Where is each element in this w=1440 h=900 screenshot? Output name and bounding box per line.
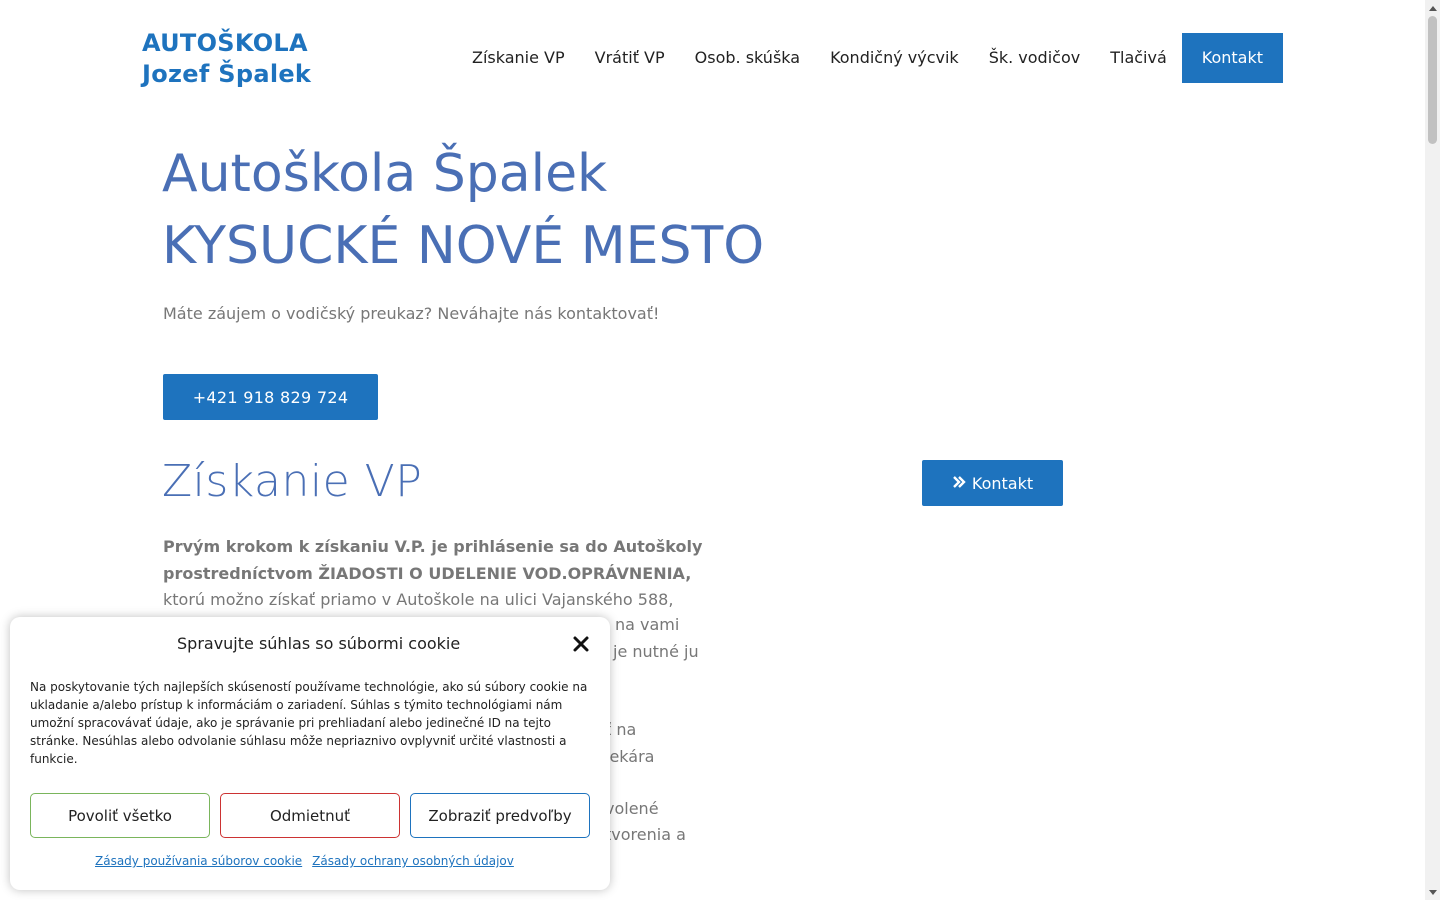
logo-line-1: AUTOŠKOLA (142, 29, 308, 57)
body-fragment: tvorenia a (605, 825, 686, 844)
cookie-consent-dialog: Spravujte súhlas so súbormi cookie Na po… (10, 617, 610, 890)
nav-item-vratit-vp[interactable]: Vrátiť VP (580, 33, 680, 83)
logo-line-2: Jozef Špalek (142, 60, 312, 88)
site-logo[interactable]: AUTOŠKOLA Jozef Špalek (142, 28, 311, 90)
nav-item-ziskanie-vp[interactable]: Získanie VP (457, 33, 580, 83)
hero-subtitle: Máte záujem o vodičský preukaz? Neváhajt… (163, 304, 660, 323)
page-scrollbar[interactable] (1425, 0, 1440, 900)
phone-button[interactable]: +421 918 829 724 (163, 374, 378, 420)
cookie-links: Zásady používania súborov cookie Zásady … (95, 854, 514, 868)
body-bold-line-1: Prvým krokom k získaniu V.P. je prihláse… (163, 537, 703, 556)
scroll-up-arrow-icon[interactable] (1425, 0, 1440, 15)
cookie-policy-link[interactable]: Zásady používania súborov cookie (95, 854, 302, 868)
body-fragment: volené (605, 799, 659, 818)
section-kontakt-button[interactable]: Kontakt (922, 460, 1063, 506)
double-chevron-right-icon (952, 474, 966, 493)
scroll-down-arrow-icon[interactable] (1425, 885, 1440, 900)
view-preferences-button[interactable]: Zobraziť predvoľby (410, 793, 590, 838)
body-fragment: na vami (615, 615, 680, 634)
hero-title-line-1: Autoškola Špalek (162, 144, 608, 204)
section-kontakt-label: Kontakt (971, 473, 1034, 493)
main-nav: Získanie VP Vrátiť VP Osob. skúška Kondi… (457, 33, 1284, 83)
nav-kontakt-button[interactable]: Kontakt (1181, 33, 1284, 83)
cookie-dialog-text: Na poskytovanie tých najlepších skúsenos… (30, 680, 588, 766)
cookie-dialog-title: Spravujte súhlas so súbormi cookie (177, 634, 461, 653)
nav-item-kondicny-vycvik[interactable]: Kondičný výcvik (815, 33, 974, 83)
section-body: Prvým krokom k získaniu V.P. je prihláse… (163, 534, 723, 614)
hero-title: Autoškola Špalek KYSUCKÉ NOVÉ MESTO (162, 138, 764, 282)
privacy-policy-link[interactable]: Zásady ochrany osobných údajov (312, 854, 514, 868)
nav-item-sk-vodicov[interactable]: Šk. vodičov (974, 33, 1096, 83)
accept-all-button[interactable]: Povoliť všetko (30, 793, 210, 838)
deny-button[interactable]: Odmietnuť (220, 793, 400, 838)
hero-title-line-2: KYSUCKÉ NOVÉ MESTO (162, 216, 765, 276)
nav-item-osob-skuska[interactable]: Osob. skúška (680, 33, 815, 83)
body-bold-line-2: prostredníctvom ŽIADOSTI O UDELENIE VOD.… (163, 563, 692, 583)
nav-item-tlaciva[interactable]: Tlačivá (1095, 33, 1182, 83)
close-icon[interactable] (572, 635, 590, 653)
body-fragment: lekára (605, 747, 655, 766)
body-fragment: je nutné ju (613, 642, 699, 661)
body-line-3: ktorú možno získať priamo v Autoškole na… (163, 590, 674, 609)
section-title: Získanie VP (162, 456, 423, 507)
scrollbar-thumb[interactable] (1428, 16, 1437, 144)
